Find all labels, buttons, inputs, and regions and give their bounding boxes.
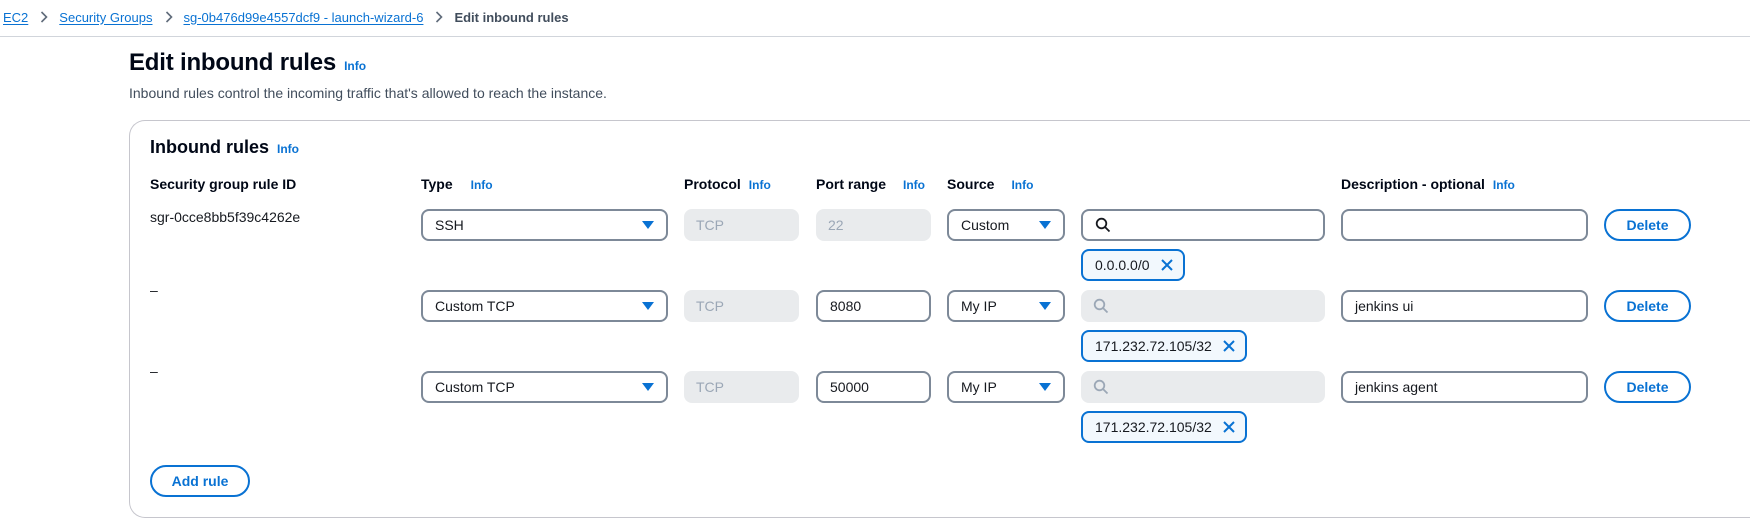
- protocol-field: TCP: [684, 290, 799, 322]
- port-range-input: 22: [816, 209, 931, 241]
- breadcrumb-link-ec2[interactable]: EC2: [3, 10, 28, 25]
- source-token-label: 171.232.72.105/32: [1095, 338, 1212, 354]
- column-header-port-range: Port range Info: [816, 176, 925, 192]
- caret-down-icon: [642, 383, 654, 391]
- panel-title: Inbound rules: [150, 137, 269, 157]
- caret-down-icon: [642, 302, 654, 310]
- source-select-value: My IP: [961, 298, 997, 314]
- source-token-label: 0.0.0.0/0: [1095, 257, 1150, 273]
- page-info-link[interactable]: Info: [344, 59, 366, 73]
- type-select-value: SSH: [435, 217, 464, 233]
- type-select-value: Custom TCP: [435, 379, 515, 395]
- description-info-link[interactable]: Info: [1493, 178, 1515, 192]
- column-header-rule-id: Security group rule ID: [150, 176, 297, 192]
- close-icon[interactable]: [1222, 339, 1236, 353]
- search-icon: [1093, 379, 1109, 395]
- column-header-source-label: Source: [947, 176, 995, 192]
- protocol-field: TCP: [684, 209, 799, 241]
- rule-id: –: [150, 282, 158, 298]
- source-token: 171.232.72.105/32: [1081, 411, 1247, 443]
- description-input[interactable]: jenkins agent: [1341, 371, 1588, 403]
- type-select-value: Custom TCP: [435, 298, 515, 314]
- rule-id: sgr-0cce8bb5f39c4262e: [150, 209, 301, 225]
- breadcrumb-link-security-group[interactable]: sg-0b476d99e4557dcf9 - launch-wizard-6: [184, 10, 424, 25]
- page-header: Edit inbound rules Info: [129, 49, 366, 77]
- caret-down-icon: [1039, 383, 1051, 391]
- source-token-label: 171.232.72.105/32: [1095, 419, 1212, 435]
- search-icon: [1095, 217, 1111, 233]
- description-input[interactable]: jenkins ui: [1341, 290, 1588, 322]
- protocol-field: TCP: [684, 371, 799, 403]
- type-info-link[interactable]: Info: [471, 178, 493, 192]
- source-select-value: Custom: [961, 217, 1010, 233]
- column-header-source: Source Info: [947, 176, 1033, 192]
- delete-button[interactable]: Delete: [1604, 371, 1691, 403]
- source-info-link[interactable]: Info: [1011, 178, 1033, 192]
- chevron-right-icon: [40, 11, 48, 23]
- column-header-description: Description - optional Info: [1341, 176, 1515, 192]
- rule-id: –: [150, 363, 158, 379]
- source-search-input: [1081, 290, 1325, 322]
- close-icon[interactable]: [1222, 420, 1236, 434]
- source-search-input[interactable]: [1081, 209, 1325, 241]
- type-select[interactable]: Custom TCP: [421, 371, 668, 403]
- inbound-rules-panel: Inbound rules Info Security group rule I…: [129, 120, 1750, 518]
- type-select[interactable]: SSH: [421, 209, 668, 241]
- port-range-info-link[interactable]: Info: [903, 178, 925, 192]
- add-rule-button[interactable]: Add rule: [150, 465, 250, 497]
- port-range-input[interactable]: 8080: [816, 290, 931, 322]
- column-header-port-range-label: Port range: [816, 176, 887, 192]
- column-header-protocol-label: Protocol: [684, 176, 741, 192]
- type-select[interactable]: Custom TCP: [421, 290, 668, 322]
- search-icon: [1093, 298, 1109, 314]
- column-header-description-label: Description - optional: [1341, 176, 1485, 192]
- source-token: 0.0.0.0/0: [1081, 249, 1185, 281]
- panel-info-link[interactable]: Info: [277, 142, 299, 156]
- port-range-input[interactable]: 50000: [816, 371, 931, 403]
- breadcrumb-link-security-groups[interactable]: Security Groups: [59, 10, 152, 25]
- page-description: Inbound rules control the incoming traff…: [129, 85, 607, 101]
- breadcrumb: EC2 Security Groups sg-0b476d99e4557dcf9…: [3, 8, 569, 26]
- source-token: 171.232.72.105/32: [1081, 330, 1247, 362]
- breadcrumb-current: Edit inbound rules: [454, 9, 569, 25]
- chevron-right-icon: [165, 11, 173, 23]
- source-select[interactable]: Custom: [947, 209, 1065, 241]
- source-select-value: My IP: [961, 379, 997, 395]
- source-select[interactable]: My IP: [947, 290, 1065, 322]
- chevron-right-icon: [435, 11, 444, 23]
- column-header-protocol: Protocol Info: [684, 176, 771, 192]
- page-title: Edit inbound rules: [129, 49, 337, 76]
- column-header-type-label: Type: [421, 176, 453, 192]
- caret-down-icon: [642, 221, 654, 229]
- delete-button[interactable]: Delete: [1604, 290, 1691, 322]
- header-divider: [0, 36, 1750, 37]
- caret-down-icon: [1039, 221, 1051, 229]
- delete-button[interactable]: Delete: [1604, 209, 1691, 241]
- column-header-type: Type Info: [421, 176, 493, 192]
- protocol-info-link[interactable]: Info: [749, 178, 771, 192]
- caret-down-icon: [1039, 302, 1051, 310]
- panel-header: Inbound rules Info: [150, 137, 299, 158]
- source-search-input: [1081, 371, 1325, 403]
- description-input[interactable]: [1341, 209, 1588, 241]
- source-select[interactable]: My IP: [947, 371, 1065, 403]
- close-icon[interactable]: [1160, 258, 1174, 272]
